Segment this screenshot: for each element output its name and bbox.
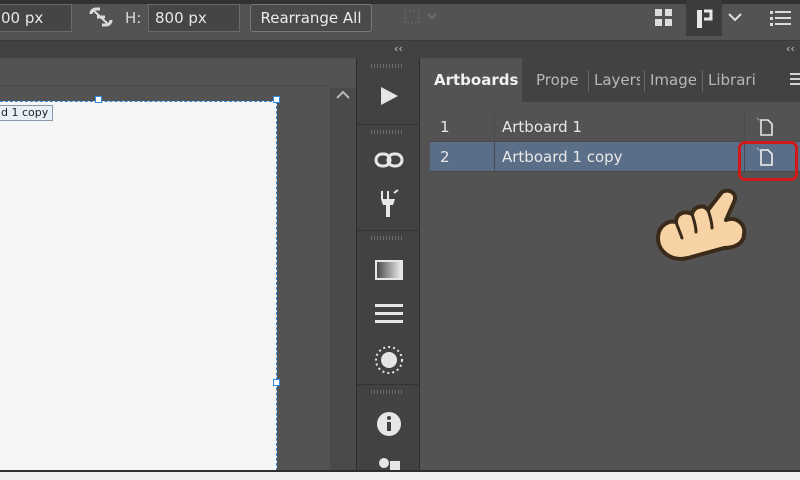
align-icon[interactable] [402,8,442,28]
menu-icon[interactable] [770,10,792,26]
play-icon[interactable] [357,76,421,116]
grip-handle[interactable] [371,236,403,240]
tab-layers[interactable]: Layers [594,58,640,102]
panel-dock-header: ‹‹ ‹‹ [0,40,800,58]
panel-tabs: Artboards Prope Layers Image Librari [420,58,800,102]
grip-handle[interactable] [371,130,403,134]
tab-image[interactable]: Image [650,58,696,102]
status-bar [0,470,800,480]
canvas-area[interactable]: d 1 copy [0,58,330,476]
tab-artboards[interactable]: Artboards [420,58,522,102]
tab-divider [702,70,703,92]
divider [357,124,421,125]
app-window: 00 px H: 800 px Rearrange All ‹‹ ‹‹ d 1 … [0,0,800,480]
grip-handle[interactable] [371,64,403,68]
grid-icon[interactable] [654,8,674,28]
info-icon[interactable] [357,404,421,444]
height-label: H: [125,9,142,27]
list-item[interactable]: 1 Artboard 1 [430,112,800,142]
pointing-hand-icon [656,188,747,261]
artboard-name[interactable]: Artboard 1 copy [502,142,623,172]
artboard[interactable] [0,101,277,476]
column-divider [494,142,495,172]
unlink-icon[interactable] [88,6,114,28]
tab-properties[interactable]: Prope [536,58,582,102]
panel-icon-strip [356,58,421,477]
scroll-up-icon[interactable] [336,90,350,100]
tab-libraries[interactable]: Librari [708,58,756,102]
highlight-box [738,141,798,181]
gradient-icon[interactable] [357,250,421,290]
column-divider [744,112,745,142]
vertical-scrollbar[interactable] [330,88,356,470]
height-field[interactable]: 800 px [148,4,240,32]
resize-handle[interactable] [273,379,280,386]
artboard-name-label: d 1 copy [0,105,54,121]
row-number: 2 [440,148,450,166]
collapse-left-icon[interactable]: ‹‹ [394,41,403,57]
artboard-name[interactable]: Artboard 1 [502,112,582,142]
chevron-down-icon[interactable] [728,12,742,22]
resize-handle[interactable] [95,96,102,103]
width-field[interactable]: 00 px [0,4,72,32]
panel-toggle-button[interactable] [686,0,722,36]
control-bar: 00 px H: 800 px Rearrange All [0,0,800,40]
tab-divider [588,70,589,92]
divider [357,384,421,385]
puppet-icon[interactable] [357,184,421,224]
column-divider [494,112,495,142]
grip-handle[interactable] [371,390,403,394]
panel-menu-icon[interactable] [790,72,800,86]
resize-handle[interactable] [273,96,280,103]
align-lines-icon[interactable] [357,294,421,334]
collapse-right-icon[interactable]: ‹‹ [786,41,795,57]
link-icon[interactable] [357,140,421,180]
panel-layout-icon [697,9,713,28]
rearrange-all-button[interactable]: Rearrange All [250,4,372,32]
tab-divider [644,70,645,92]
row-number: 1 [440,118,450,136]
ruler-strip [0,58,330,86]
divider [357,230,421,231]
sun-icon[interactable] [357,340,421,380]
artboard-options-icon[interactable] [756,117,776,137]
